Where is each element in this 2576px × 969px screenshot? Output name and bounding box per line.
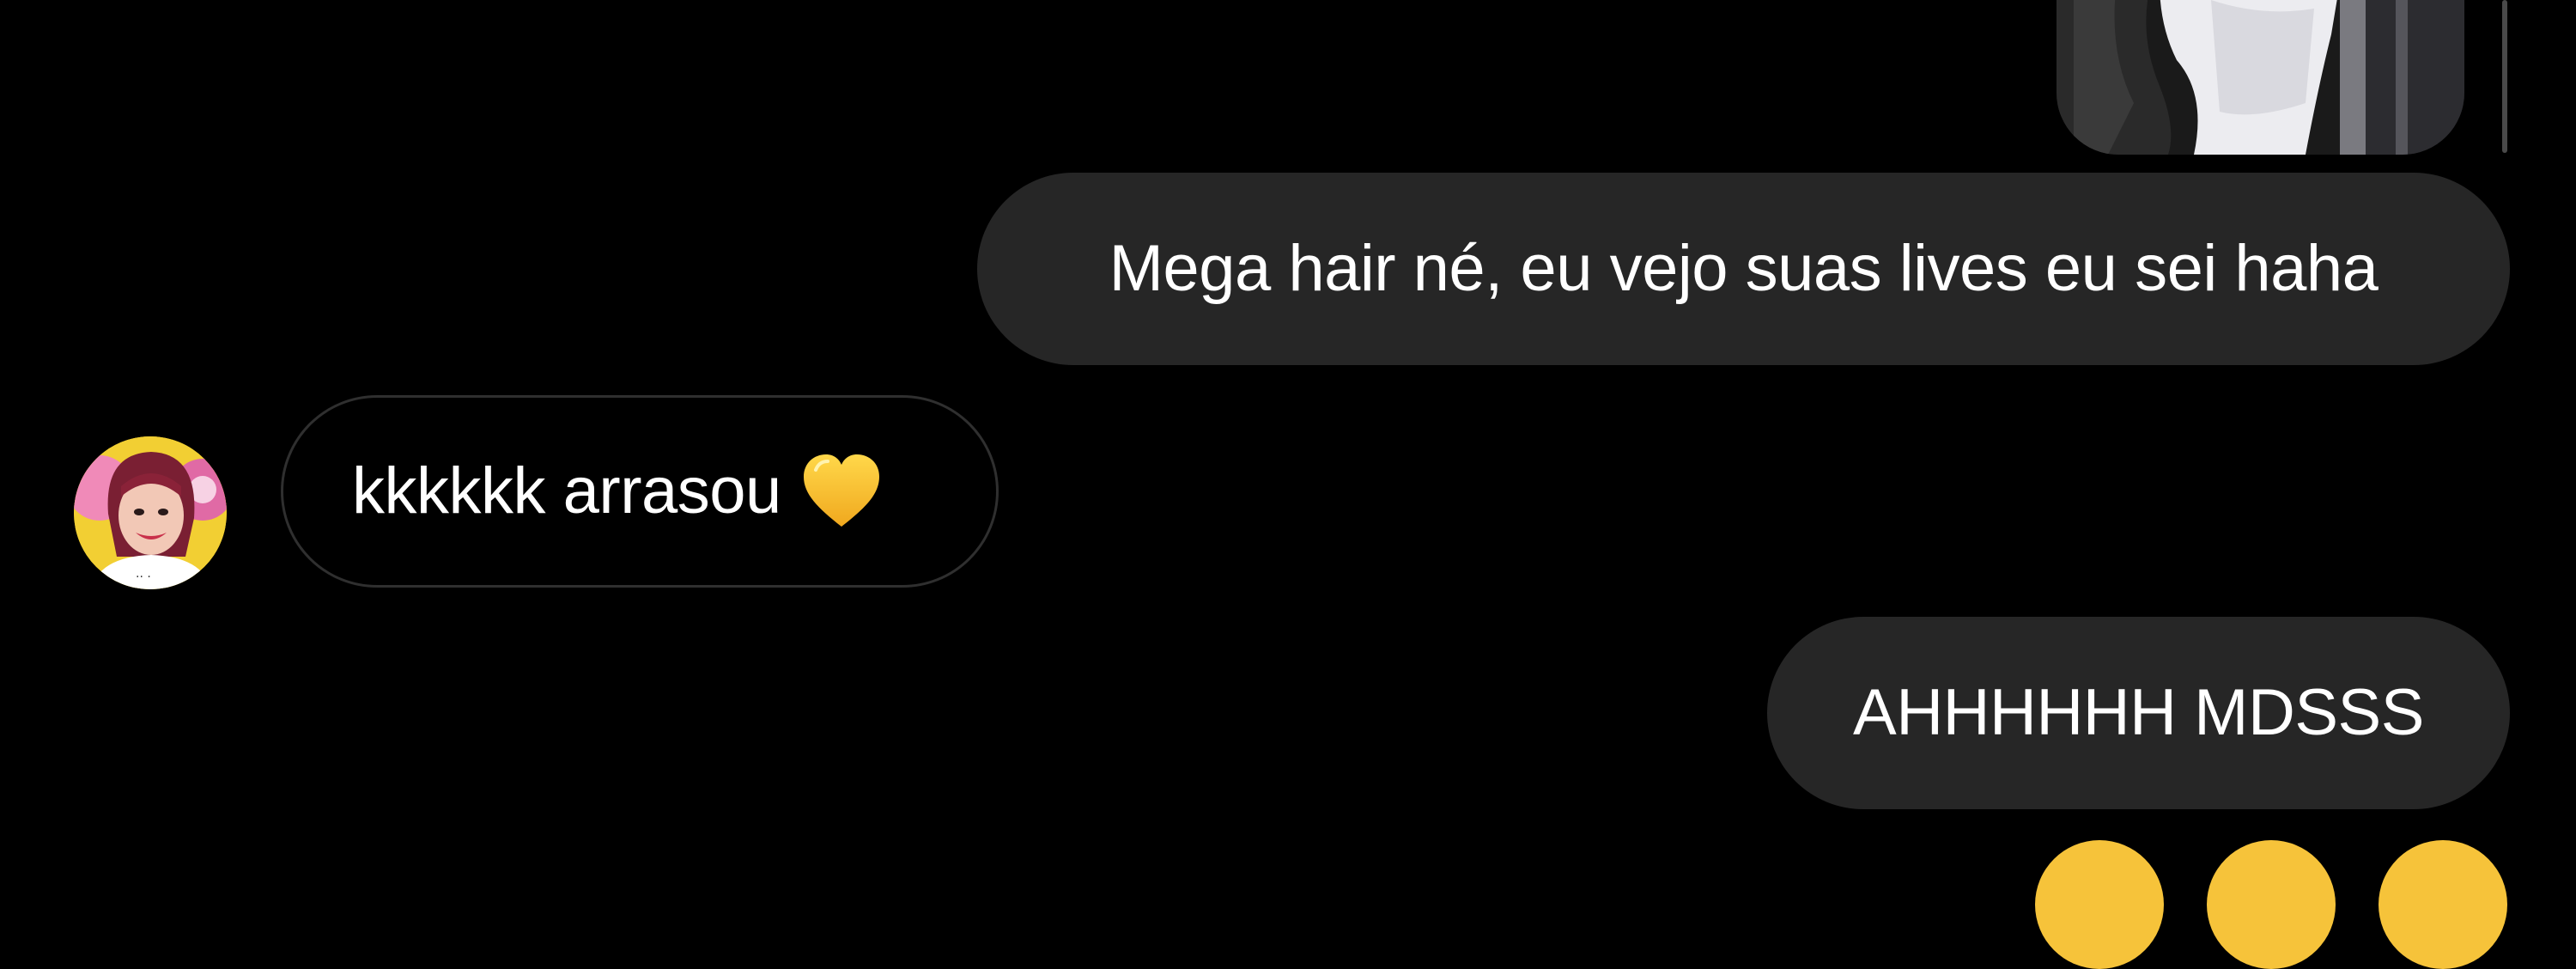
sent-message-bubble[interactable]: AHHHHHH MDSSS [1767, 617, 2510, 809]
yellow-heart-icon [800, 453, 883, 530]
message-text: AHHHHHH MDSSS [1853, 676, 2424, 749]
emoji-row-partial [2035, 840, 2516, 969]
contact-avatar[interactable]: ·· · [74, 436, 227, 589]
scrollbar[interactable] [2502, 0, 2507, 153]
emoji-icon[interactable] [2035, 840, 2164, 969]
emoji-icon[interactable] [2207, 840, 2336, 969]
shared-photo [2057, 0, 2464, 155]
sent-message-bubble[interactable]: Mega hair né, eu vejo suas lives eu sei … [977, 173, 2510, 365]
emoji-icon[interactable] [2379, 840, 2507, 969]
chat-thread: Mega hair né, eu vejo suas lives eu sei … [0, 0, 2576, 969]
svg-text:·· ·: ·· · [136, 570, 151, 584]
received-message-bubble[interactable]: kkkkkk arrasou [281, 395, 999, 588]
message-text: kkkkkk arrasou [352, 454, 781, 527]
shared-photo-message[interactable] [2057, 0, 2464, 155]
message-text: Mega hair né, eu vejo suas lives eu sei … [1109, 232, 2379, 305]
